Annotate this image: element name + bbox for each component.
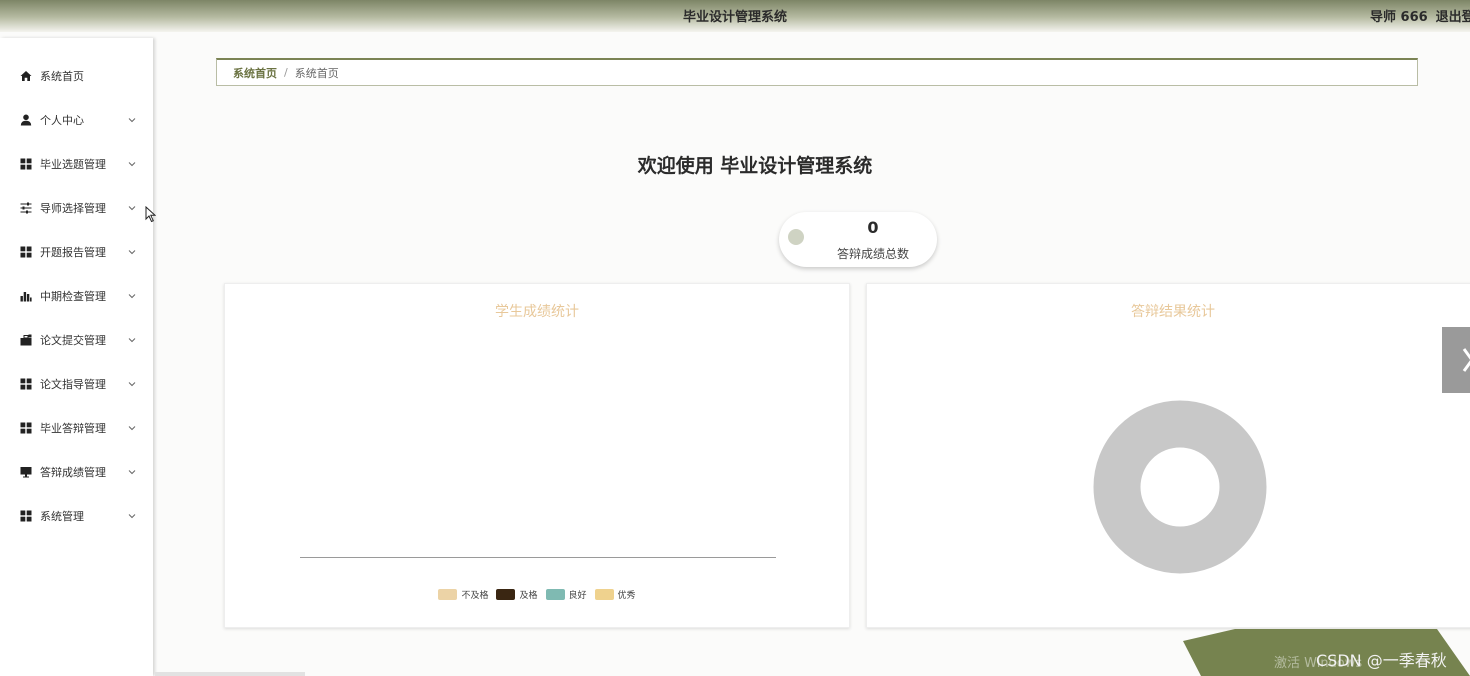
sidebar-item-thesis-guidance[interactable]: 论文指导管理 bbox=[0, 369, 153, 399]
sidebar-item-label: 答辩成绩管理 bbox=[40, 466, 106, 479]
legend-swatch bbox=[496, 589, 516, 600]
sidebar-item-label: 个人中心 bbox=[40, 114, 84, 127]
briefcase-icon bbox=[20, 334, 32, 346]
chevron-down-icon bbox=[127, 511, 137, 521]
user-name: 导师 666 bbox=[1370, 10, 1428, 25]
sidebar-item-midterm-check[interactable]: 中期检查管理 bbox=[0, 281, 153, 311]
home-icon bbox=[20, 70, 32, 82]
chevron-down-icon bbox=[127, 379, 137, 389]
sidebar-item-defense-management[interactable]: 毕业答辩管理 bbox=[0, 413, 153, 443]
sidebar-item-advisor-selection[interactable]: 导师选择管理 bbox=[0, 193, 153, 223]
defense-result-chart-panel: 答辩结果统计 bbox=[866, 283, 1470, 628]
chevron-right-icon bbox=[1462, 348, 1470, 372]
user-icon bbox=[20, 114, 32, 126]
chevron-down-icon bbox=[127, 423, 137, 433]
legend-item[interactable]: 及格 bbox=[496, 588, 538, 601]
sidebar-item-thesis-submission[interactable]: 论文提交管理 bbox=[0, 325, 153, 355]
breadcrumb-separator: / bbox=[284, 66, 288, 79]
stat-label: 答辩成绩总数 bbox=[836, 247, 909, 261]
chart-legend: 不及格 及格 良好 优秀 bbox=[225, 588, 849, 601]
sidebar-item-label: 毕业答辩管理 bbox=[40, 422, 106, 435]
sidebar-item-home[interactable]: 系统首页 bbox=[0, 61, 153, 91]
defense-score-count-card: 0 答辩成绩总数 bbox=[779, 212, 937, 267]
sidebar-item-label: 系统首页 bbox=[40, 70, 84, 83]
grid-icon bbox=[20, 378, 32, 390]
sidebar-item-label: 系统管理 bbox=[40, 510, 84, 523]
logout-button[interactable]: 退出登录 bbox=[1436, 10, 1470, 25]
sidebar-item-label: 中期检查管理 bbox=[40, 290, 106, 303]
legend-label: 优秀 bbox=[617, 591, 636, 601]
chevron-down-icon bbox=[127, 115, 137, 125]
sidebar-item-defense-scores[interactable]: 答辩成绩管理 bbox=[0, 457, 153, 487]
sidebar-item-system-management[interactable]: 系统管理 bbox=[0, 501, 153, 531]
sidebar-item-label: 导师选择管理 bbox=[40, 202, 106, 215]
chevron-down-icon bbox=[127, 247, 137, 257]
sliders-icon bbox=[20, 202, 32, 214]
mouse-cursor-icon bbox=[145, 206, 156, 223]
bottom-scroll-strip bbox=[155, 672, 305, 676]
legend-item[interactable]: 良好 bbox=[545, 588, 587, 601]
grid-icon bbox=[20, 422, 32, 434]
sidebar-item-label: 论文指导管理 bbox=[40, 378, 106, 391]
sidebar-item-label: 开题报告管理 bbox=[40, 246, 106, 259]
breadcrumb-current: 系统首页 bbox=[294, 66, 339, 80]
stat-dot-icon bbox=[788, 229, 804, 245]
stat-value: 0 bbox=[867, 218, 879, 237]
bar-chart-icon bbox=[20, 290, 32, 302]
legend-swatch bbox=[594, 589, 614, 600]
monitor-icon bbox=[20, 466, 32, 478]
legend-swatch bbox=[438, 589, 458, 600]
sidebar-menu: 系统首页 个人中心 毕业选题管理 导师选择管理 开题报告管理 中期检查管理 论文… bbox=[0, 38, 153, 676]
legend-label: 及格 bbox=[519, 591, 538, 601]
chart-title: 学生成绩统计 bbox=[495, 304, 579, 320]
sidebar-item-personal-center[interactable]: 个人中心 bbox=[0, 105, 153, 135]
grid-icon bbox=[20, 246, 32, 258]
student-score-chart-panel: 学生成绩统计 不及格 及格 良好 优秀 bbox=[224, 283, 850, 628]
chevron-down-icon bbox=[127, 335, 137, 345]
legend-swatch bbox=[545, 589, 565, 600]
legend-item[interactable]: 优秀 bbox=[594, 588, 636, 601]
user-area: 导师 666 退出登录 bbox=[1370, 6, 1470, 25]
chevron-down-icon bbox=[127, 467, 137, 477]
next-arrow-button[interactable] bbox=[1442, 327, 1470, 393]
breadcrumb-home-link[interactable]: 系统首页 bbox=[233, 65, 277, 81]
chevron-down-icon bbox=[127, 203, 137, 213]
welcome-heading: 欢迎使用 毕业设计管理系统 bbox=[637, 155, 873, 177]
csdn-watermark: CSDN @一季春秋 bbox=[1316, 651, 1447, 670]
chart-x-axis bbox=[300, 557, 776, 558]
empty-donut-chart bbox=[1093, 400, 1267, 574]
chart-title: 答辩结果统计 bbox=[1131, 304, 1215, 320]
sidebar-item-label: 论文提交管理 bbox=[40, 334, 106, 347]
chevron-down-icon bbox=[127, 291, 137, 301]
top-header: 毕业设计管理系统 导师 666 退出登录 bbox=[0, 0, 1470, 32]
donut-empty-ring bbox=[1093, 400, 1267, 574]
legend-label: 不及格 bbox=[461, 591, 489, 601]
legend-item[interactable]: 不及格 bbox=[438, 588, 488, 601]
legend-label: 良好 bbox=[568, 591, 587, 601]
grid-icon bbox=[20, 510, 32, 522]
breadcrumb: 系统首页 / 系统首页 bbox=[216, 58, 1418, 86]
app-title: 毕业设计管理系统 bbox=[682, 10, 787, 25]
sidebar-item-proposal-report[interactable]: 开题报告管理 bbox=[0, 237, 153, 267]
